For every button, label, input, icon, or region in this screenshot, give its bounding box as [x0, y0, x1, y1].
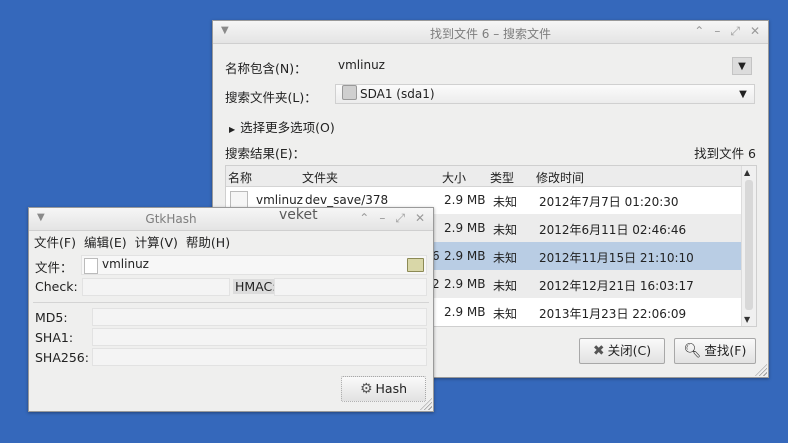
gtkhash-titlebar[interactable]: ▼ GtkHash ⌃ – ⤢ ✕ — [29, 208, 433, 231]
name-contains-value: vmlinuz — [338, 58, 385, 72]
cell-type: 未知 — [493, 279, 518, 293]
hash-button-label: Hash — [375, 381, 408, 396]
resize-grip-icon[interactable] — [755, 364, 767, 376]
found-count-label: 找到文件 6 — [694, 146, 756, 161]
menu-calculate[interactable]: 计算(V) — [135, 232, 178, 251]
col-mtime[interactable]: 修改时间 — [536, 169, 584, 186]
cell-size: 2.9 MB — [444, 193, 486, 207]
desktop-watermark: veket — [279, 207, 318, 223]
name-dropdown-icon[interactable]: ▼ — [732, 57, 752, 75]
scroll-thumb[interactable] — [745, 180, 753, 310]
search-folder-select[interactable]: SDA1 (sda1) ▼ — [335, 84, 755, 104]
scroll-down-icon[interactable]: ▼ — [744, 315, 750, 324]
sha256-output[interactable] — [92, 348, 427, 366]
cell-type: 未知 — [493, 251, 518, 265]
hmac-toggle[interactable]: HMAC: — [233, 279, 279, 294]
cell-size: 2.9 MB — [444, 305, 486, 319]
drive-icon — [342, 85, 357, 100]
file-chooser-value: vmlinuz — [102, 257, 149, 271]
cell-size: 2.9 MB — [444, 249, 486, 263]
gears-icon: ⚙ — [359, 381, 373, 397]
col-folder[interactable]: 文件夹 — [302, 169, 338, 186]
hmac-input[interactable] — [274, 278, 427, 296]
gtkhash-window-title: GtkHash — [145, 212, 197, 226]
separator — [33, 302, 429, 303]
cell-type: 未知 — [493, 195, 518, 209]
check-label: Check: — [35, 279, 78, 294]
close-x-icon: ✖ — [592, 343, 605, 359]
cell-mtime: 2013年1月23日 22:06:09 — [539, 307, 687, 321]
close-button-label: 关闭(C) — [607, 343, 652, 358]
menu-help[interactable]: 帮助(H) — [186, 232, 230, 251]
menu-file[interactable]: 文件(F) — [34, 232, 76, 251]
cell-size: 2.9 MB — [444, 221, 486, 235]
expander-arrow-icon: ▶ — [229, 125, 236, 134]
col-size[interactable]: 大小 — [442, 169, 466, 186]
close-icon[interactable]: ✕ — [750, 24, 760, 39]
scroll-up-icon[interactable]: ▲ — [744, 168, 750, 177]
minimize-icon[interactable]: – — [379, 211, 385, 226]
close-button[interactable]: ✖ 关闭(C) — [579, 338, 665, 364]
folder-open-icon[interactable] — [407, 258, 424, 272]
cell-type: 未知 — [493, 307, 518, 321]
cell-mtime: 2012年7月7日 01:20:30 — [539, 195, 679, 209]
minimize-icon[interactable]: – — [714, 24, 720, 39]
gtkhash-window: ▼ GtkHash ⌃ – ⤢ ✕ 文件(F) 编辑(E) 计算(V) 帮助(H… — [28, 207, 434, 412]
md5-label: MD5: — [35, 310, 68, 325]
name-contains-input[interactable]: vmlinuz ▼ — [331, 55, 755, 75]
file-label: 文件： — [35, 260, 73, 275]
find-button[interactable]: 🔍︎ 查找(F) — [674, 338, 756, 364]
results-label: 搜索结果(E)： — [225, 146, 306, 161]
maximize-icon[interactable]: ⤢ — [730, 24, 740, 39]
shade-icon[interactable]: ⌃ — [694, 24, 704, 39]
sha1-output[interactable] — [92, 328, 427, 346]
hash-button[interactable]: ⚙ Hash — [341, 376, 426, 402]
cell-type: 未知 — [493, 223, 518, 237]
cell-mtime: 2012年6月11日 02:46:46 — [539, 223, 687, 237]
search-window-title: 找到文件 6 – 搜索文件 — [429, 27, 552, 41]
sha1-label: SHA1: — [35, 330, 74, 345]
col-type[interactable]: 类型 — [490, 169, 514, 186]
find-button-label: 查找(F) — [704, 343, 747, 358]
check-input[interactable] — [82, 278, 230, 296]
cell-name: vmlinuz — [256, 193, 303, 207]
menubar: 文件(F) 编辑(E) 计算(V) 帮助(H) — [29, 231, 433, 251]
menu-edit[interactable]: 编辑(E) — [84, 232, 127, 251]
cell-folder: dev_save/378 — [305, 193, 389, 207]
cell-mtime: 2012年12月21日 16:03:17 — [539, 279, 694, 293]
folder-dropdown-icon[interactable]: ▼ — [734, 86, 752, 102]
shade-icon[interactable]: ⌃ — [359, 211, 369, 226]
more-options-expander[interactable]: ▶ 选择更多选项(O) — [229, 117, 335, 136]
search-titlebar[interactable]: ▼ 找到文件 6 – 搜索文件 ⌃ – ⤢ ✕ — [213, 21, 768, 44]
search-folder-label: 搜索文件夹(L)： — [225, 90, 317, 105]
magnifier-icon: 🔍︎ — [683, 343, 702, 359]
results-header: 名称 文件夹 大小 类型 修改时间 — [226, 166, 742, 187]
file-chooser[interactable]: vmlinuz — [81, 255, 427, 275]
sha256-label: SHA256: — [35, 350, 89, 365]
maximize-icon[interactable]: ⤢ — [395, 211, 405, 226]
col-name[interactable]: 名称 — [228, 169, 252, 186]
cell-size: 2.9 MB — [444, 277, 486, 291]
close-icon[interactable]: ✕ — [415, 211, 425, 226]
cell-mtime: 2012年11月15日 21:10:10 — [539, 251, 694, 265]
md5-output[interactable] — [92, 308, 427, 326]
name-contains-label: 名称包含(N)： — [225, 61, 307, 76]
results-scrollbar[interactable]: ▲ ▼ — [741, 166, 756, 326]
document-icon — [84, 258, 98, 274]
search-folder-value: SDA1 (sda1) — [360, 87, 435, 101]
more-options-label: 选择更多选项(O) — [240, 120, 335, 135]
